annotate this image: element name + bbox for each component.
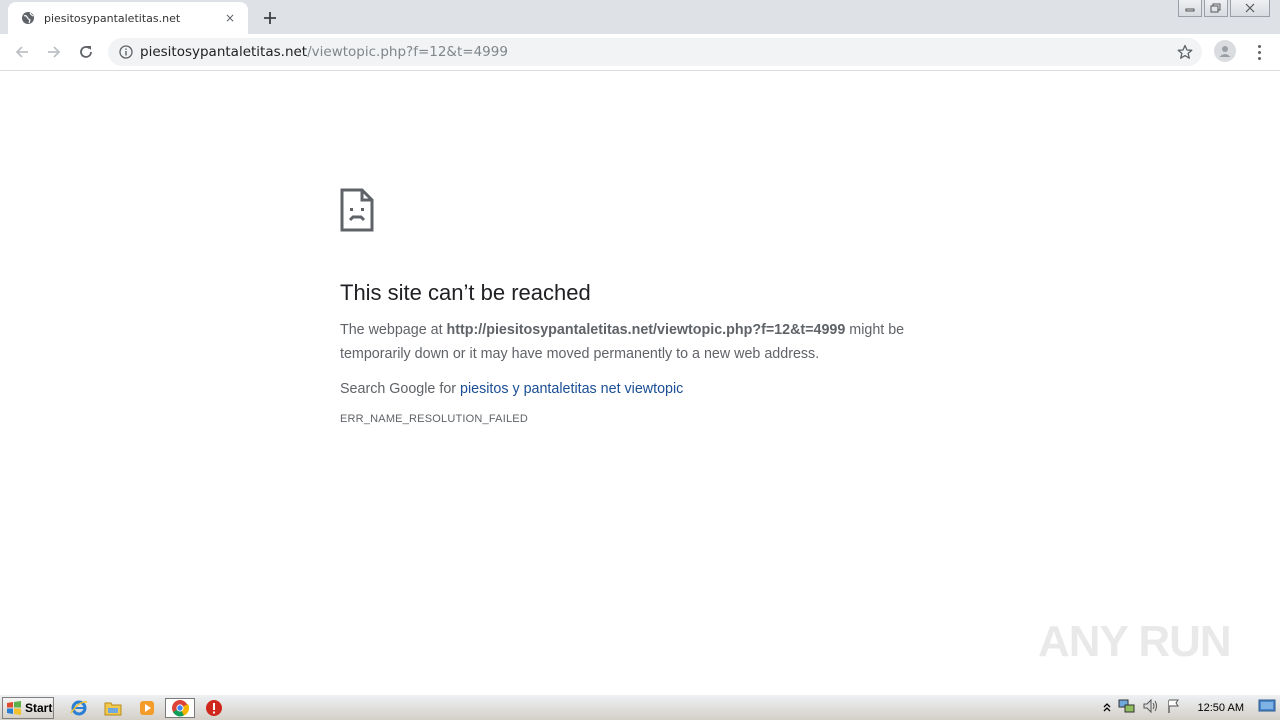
url-path: /viewtopic.php?f=12&t=4999 xyxy=(307,44,508,60)
browser-toolbar: piesitosypantaletitas.net/viewtopic.php?… xyxy=(0,34,1280,71)
error-code: ERR_NAME_RESOLUTION_FAILED xyxy=(340,413,528,425)
media-player-icon[interactable] xyxy=(136,698,158,718)
back-button[interactable] xyxy=(10,40,34,64)
restore-button[interactable] xyxy=(1204,0,1228,17)
ie-icon[interactable] xyxy=(68,698,90,718)
menu-kebab-icon[interactable] xyxy=(1250,40,1268,64)
start-button[interactable]: Start xyxy=(2,697,54,719)
new-tab-button[interactable] xyxy=(258,6,282,30)
restore-icon xyxy=(1210,3,1221,13)
tab-active[interactable]: piesitosypantaletitas.net × xyxy=(8,2,248,34)
taskbar: Start 12:50 AM xyxy=(0,694,1280,720)
search-prefix: Search Google for xyxy=(340,381,461,397)
network-icon[interactable] xyxy=(1118,698,1136,718)
reload-button[interactable] xyxy=(74,40,98,64)
start-label: Start xyxy=(25,701,53,715)
arrow-left-icon xyxy=(15,46,28,58)
error-description: The webpage at http://piesitosypantaleti… xyxy=(340,318,940,366)
address-bar[interactable]: piesitosypantaletitas.net/viewtopic.php?… xyxy=(108,38,1202,66)
close-window-button[interactable] xyxy=(1230,0,1270,17)
show-desktop-icon[interactable] xyxy=(1258,698,1276,718)
search-google-link[interactable]: piesitos y pantaletitas net viewtopic xyxy=(460,381,683,397)
explorer-icon[interactable] xyxy=(102,698,124,718)
system-tray: 12:50 AM xyxy=(1102,697,1276,719)
show-hidden-icon[interactable] xyxy=(1102,699,1112,718)
clock[interactable]: 12:50 AM xyxy=(1198,702,1244,714)
tab-strip: piesitosypantaletitas.net × xyxy=(0,0,1280,34)
stop-icon[interactable] xyxy=(203,698,225,718)
url-text: piesitosypantaletitas.net/viewtopic.php?… xyxy=(140,44,508,60)
minimize-icon xyxy=(1185,8,1195,12)
tab-close-icon[interactable]: × xyxy=(222,10,238,26)
info-icon[interactable] xyxy=(118,44,134,60)
arrow-right-icon xyxy=(48,46,61,58)
plus-icon xyxy=(264,12,276,24)
url-domain: piesitosypantaletitas.net xyxy=(140,44,308,60)
error-search-suggestion: Search Google for piesitos y pantaletita… xyxy=(340,381,940,397)
reload-icon xyxy=(80,46,92,58)
desc-prefix: The webpage at xyxy=(340,322,447,338)
profile-avatar-icon[interactable] xyxy=(1214,40,1236,62)
windows-logo-icon xyxy=(7,701,21,715)
error-page: This site can’t be reached The webpage a… xyxy=(340,188,940,425)
bookmark-star-icon[interactable] xyxy=(1176,43,1194,61)
close-icon xyxy=(1245,3,1255,13)
watermark-text: ANY RUN xyxy=(1038,617,1232,666)
window-controls xyxy=(1178,0,1270,17)
forward-button[interactable] xyxy=(42,40,66,64)
volume-icon[interactable] xyxy=(1142,698,1160,718)
globe-icon xyxy=(20,10,36,26)
desc-url: http://piesitosypantaletitas.net/viewtop… xyxy=(446,322,846,338)
tab-title: piesitosypantaletitas.net xyxy=(44,11,181,25)
chrome-icon[interactable] xyxy=(165,698,195,718)
error-title: This site can’t be reached xyxy=(340,280,591,305)
minimize-button[interactable] xyxy=(1178,0,1202,17)
anyrun-watermark: ANY RUN xyxy=(1038,612,1238,672)
sad-document-icon xyxy=(340,188,374,232)
flag-icon[interactable] xyxy=(1166,698,1182,718)
